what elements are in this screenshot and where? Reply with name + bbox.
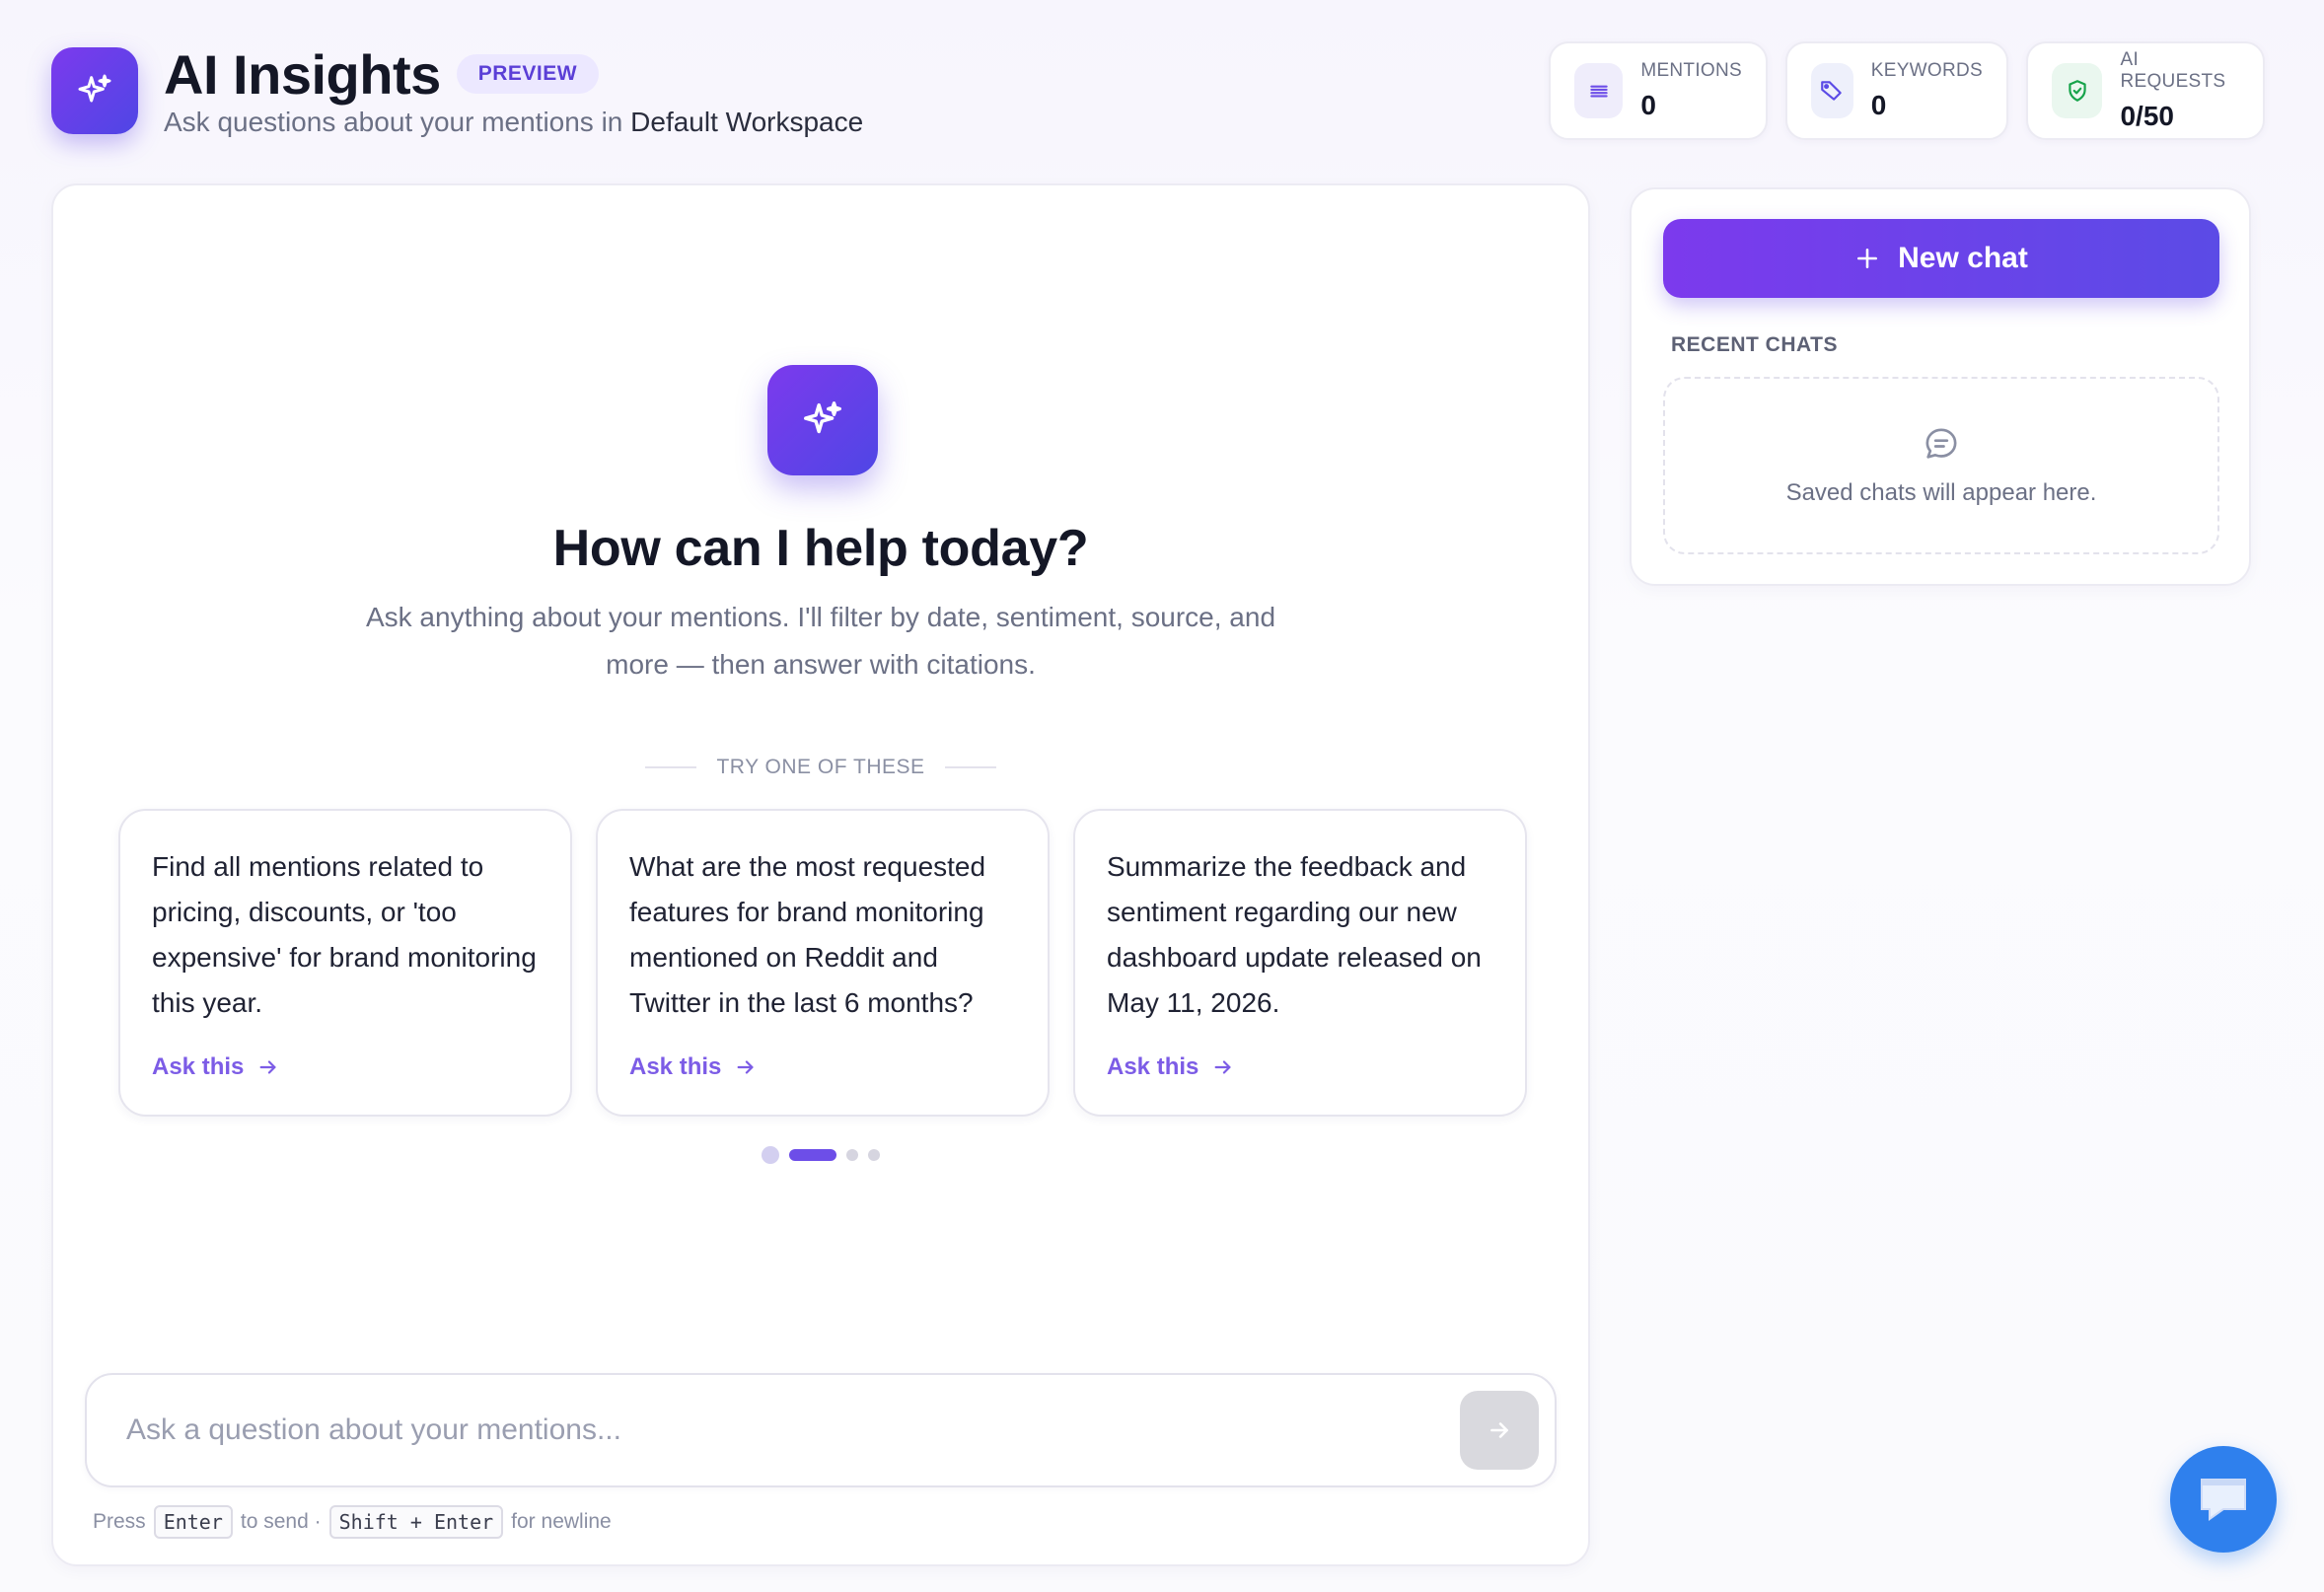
stats-bar: MENTIONS 0 KEYWORDS 0 AI REQUESTS 0/50 bbox=[1549, 41, 2265, 140]
keyboard-hint: Press Enter to send · Shift + Enter for … bbox=[93, 1505, 612, 1539]
suggestions-label: TRY ONE OF THESE bbox=[53, 756, 1588, 779]
ask-this-label: Ask this bbox=[152, 1053, 245, 1080]
page-title: AI Insights bbox=[164, 42, 441, 106]
hero-description: Ask anything about your mentions. I'll f… bbox=[365, 602, 1276, 680]
carousel-dot[interactable] bbox=[846, 1149, 858, 1161]
ask-this-link[interactable]: Ask this bbox=[1107, 1053, 1234, 1081]
message-icon bbox=[1925, 428, 1957, 459]
stat-card-ai-requests: AI REQUESTS 0/50 bbox=[2026, 41, 2265, 140]
workspace-name: Default Workspace bbox=[630, 107, 864, 137]
stat-card-keywords: KEYWORDS 0 bbox=[1785, 41, 2008, 140]
suggestion-text: Find all mentions related to pricing, di… bbox=[152, 851, 537, 1018]
arrow-right-icon bbox=[259, 1060, 276, 1074]
arrow-right-icon bbox=[1490, 1422, 1508, 1438]
hero-heading: How can I help today? bbox=[552, 520, 1089, 577]
stat-label: KEYWORDS bbox=[1870, 60, 1983, 81]
suggestion-cards: Find all mentions related to pricing, di… bbox=[118, 809, 1527, 1117]
stat-value: 0/50 bbox=[2120, 101, 2174, 131]
enter-key: Enter bbox=[153, 1505, 233, 1539]
suggestion-card[interactable]: Find all mentions related to pricing, di… bbox=[118, 809, 572, 1117]
carousel-dot-active[interactable] bbox=[789, 1149, 836, 1161]
ask-this-label: Ask this bbox=[1107, 1053, 1199, 1080]
hint-text: for newline bbox=[511, 1510, 612, 1533]
page-header: AI Insights PREVIEW Ask questions about … bbox=[51, 39, 2265, 148]
send-button[interactable] bbox=[1460, 1391, 1539, 1470]
suggestions-label-text: TRY ONE OF THESE bbox=[716, 756, 925, 778]
empty-state-text: Saved chats will appear here. bbox=[1785, 479, 2097, 506]
sparkles-icon bbox=[51, 47, 138, 134]
stat-value: 0 bbox=[1870, 90, 1887, 120]
plus-icon bbox=[1857, 249, 1878, 268]
recent-chats-empty: Saved chats will appear here. bbox=[1663, 377, 2219, 554]
chat-composer bbox=[85, 1373, 1557, 1487]
suggestion-text: What are the most requested features for… bbox=[629, 851, 986, 1018]
ask-this-label: Ask this bbox=[629, 1053, 722, 1080]
hint-text: to send · bbox=[240, 1510, 322, 1533]
carousel-dot[interactable] bbox=[868, 1149, 880, 1161]
suggestion-text: Summarize the feedback and sentiment reg… bbox=[1107, 851, 1482, 1018]
support-chat-button[interactable] bbox=[2170, 1446, 2277, 1553]
divider bbox=[645, 766, 697, 768]
suggestion-card[interactable]: What are the most requested features for… bbox=[596, 809, 1050, 1117]
sparkles-icon bbox=[767, 365, 878, 475]
carousel-dot[interactable] bbox=[762, 1146, 779, 1164]
stat-label: MENTIONS bbox=[1640, 60, 1742, 81]
stat-value: 0 bbox=[1640, 90, 1656, 120]
chat-panel: How can I help today? Ask anything about… bbox=[51, 183, 1590, 1566]
ask-this-link[interactable]: Ask this bbox=[152, 1053, 279, 1081]
arrow-right-icon bbox=[737, 1060, 754, 1074]
ask-this-link[interactable]: Ask this bbox=[629, 1053, 757, 1081]
shield-check-icon bbox=[2052, 63, 2103, 118]
chat-bubble-icon bbox=[2201, 1479, 2246, 1521]
stat-card-mentions: MENTIONS 0 bbox=[1549, 41, 1768, 140]
list-icon bbox=[1574, 63, 1624, 118]
question-input[interactable] bbox=[126, 1375, 1409, 1485]
divider bbox=[944, 766, 996, 768]
recent-chats-heading: RECENT CHATS bbox=[1671, 333, 1838, 356]
new-chat-button[interactable]: New chat bbox=[1663, 219, 2219, 298]
chat-history-panel: New chat RECENT CHATS Saved chats will a… bbox=[1630, 187, 2251, 586]
preview-badge: PREVIEW bbox=[456, 54, 600, 94]
stat-label: AI REQUESTS bbox=[2120, 49, 2226, 92]
new-chat-label: New chat bbox=[1898, 242, 2028, 274]
suggestion-card[interactable]: Summarize the feedback and sentiment reg… bbox=[1073, 809, 1527, 1117]
tag-icon bbox=[1811, 63, 1853, 118]
arrow-right-icon bbox=[1214, 1060, 1231, 1074]
shift-enter-key: Shift + Enter bbox=[328, 1505, 504, 1539]
subtitle-text: Ask questions about your mentions in bbox=[164, 107, 631, 137]
hint-text: Press bbox=[93, 1510, 146, 1533]
page-subtitle: Ask questions about your mentions in Def… bbox=[164, 107, 863, 138]
carousel-pagination bbox=[53, 1146, 1588, 1164]
